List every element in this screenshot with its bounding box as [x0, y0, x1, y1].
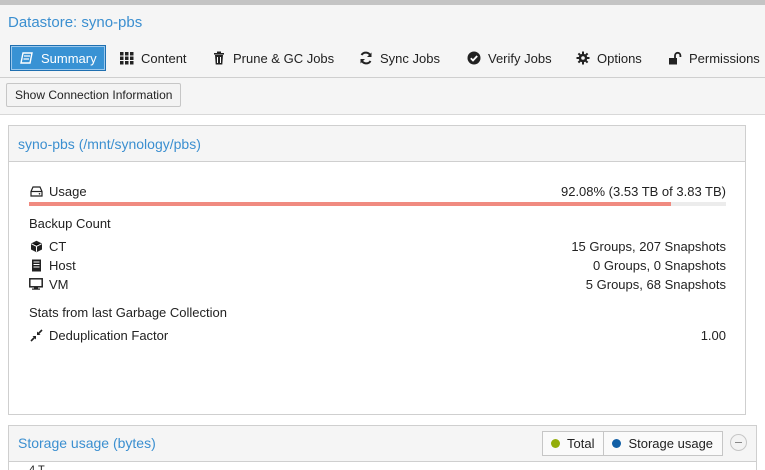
panel-title: syno-pbs (/mnt/synology/pbs) [18, 136, 201, 152]
backup-row-ct: CT 15 Groups, 207 Snapshots [29, 237, 726, 255]
usage-progress-bar [29, 202, 726, 206]
tab-options[interactable]: Options [575, 45, 642, 71]
tab-sync-jobs[interactable]: Sync Jobs [358, 45, 440, 71]
tab-summary[interactable]: Summary [10, 45, 106, 71]
desktop-icon [29, 277, 43, 291]
y-axis-top-tick: 4 T [29, 464, 45, 470]
check-circle-icon [466, 50, 482, 66]
legend-dot-total [551, 439, 560, 448]
toolbar: Show Connection Information [0, 78, 765, 115]
show-connection-information-button[interactable]: Show Connection Information [6, 83, 182, 107]
compress-icon [29, 328, 43, 342]
usage-label: Usage [49, 183, 87, 199]
datastore-header: Datastore: syno-pbs [0, 5, 765, 41]
usage-progress-fill [29, 202, 671, 206]
unlock-icon [667, 50, 683, 66]
backup-row-vm: VM 5 Groups, 68 Snapshots [29, 275, 726, 293]
dedup-row: Deduplication Factor 1.00 [29, 326, 726, 344]
tab-bar: Summary Content Prune & GC Jobs Sync Job… [0, 41, 765, 78]
trash-icon [211, 50, 227, 66]
storage-usage-panel: Storage usage (bytes) Total Storage usag… [8, 425, 757, 470]
gc-stats-heading: Stats from last Garbage Collection [29, 305, 227, 320]
tab-permissions[interactable]: Permissions [667, 45, 760, 71]
legend-item-storage-usage[interactable]: Storage usage [603, 432, 722, 455]
tab-verify-jobs[interactable]: Verify Jobs [466, 45, 552, 71]
backup-row-host: Host 0 Groups, 0 Snapshots [29, 256, 726, 274]
server-icon [29, 258, 43, 272]
usage-row: Usage 92.08% (3.53 TB of 3.83 TB) [29, 182, 726, 200]
storage-chart-area: 4 T [9, 461, 756, 470]
hdd-icon [29, 184, 43, 198]
legend-item-total[interactable]: Total [543, 432, 603, 455]
panel-header: syno-pbs (/mnt/synology/pbs) [9, 126, 745, 162]
grid-icon [119, 50, 135, 66]
chart-legend: Total Storage usage [542, 431, 724, 456]
book-icon [19, 50, 35, 66]
usage-value: 92.08% (3.53 TB of 3.83 TB) [560, 183, 726, 199]
storage-usage-title: Storage usage (bytes) [18, 435, 156, 451]
collapse-panel-button[interactable] [730, 434, 747, 451]
cube-icon [29, 239, 43, 253]
legend-dot-storage-usage [612, 439, 622, 448]
refresh-icon [358, 50, 374, 66]
datastore-summary-panel: syno-pbs (/mnt/synology/pbs) Usage 92.08… [8, 125, 746, 415]
gear-icon [575, 50, 591, 66]
tab-content[interactable]: Content [119, 45, 187, 71]
backup-count-heading: Backup Count [29, 216, 111, 231]
tab-prune-gc-jobs[interactable]: Prune & GC Jobs [211, 45, 334, 71]
page-title: Datastore: syno-pbs [8, 14, 143, 31]
